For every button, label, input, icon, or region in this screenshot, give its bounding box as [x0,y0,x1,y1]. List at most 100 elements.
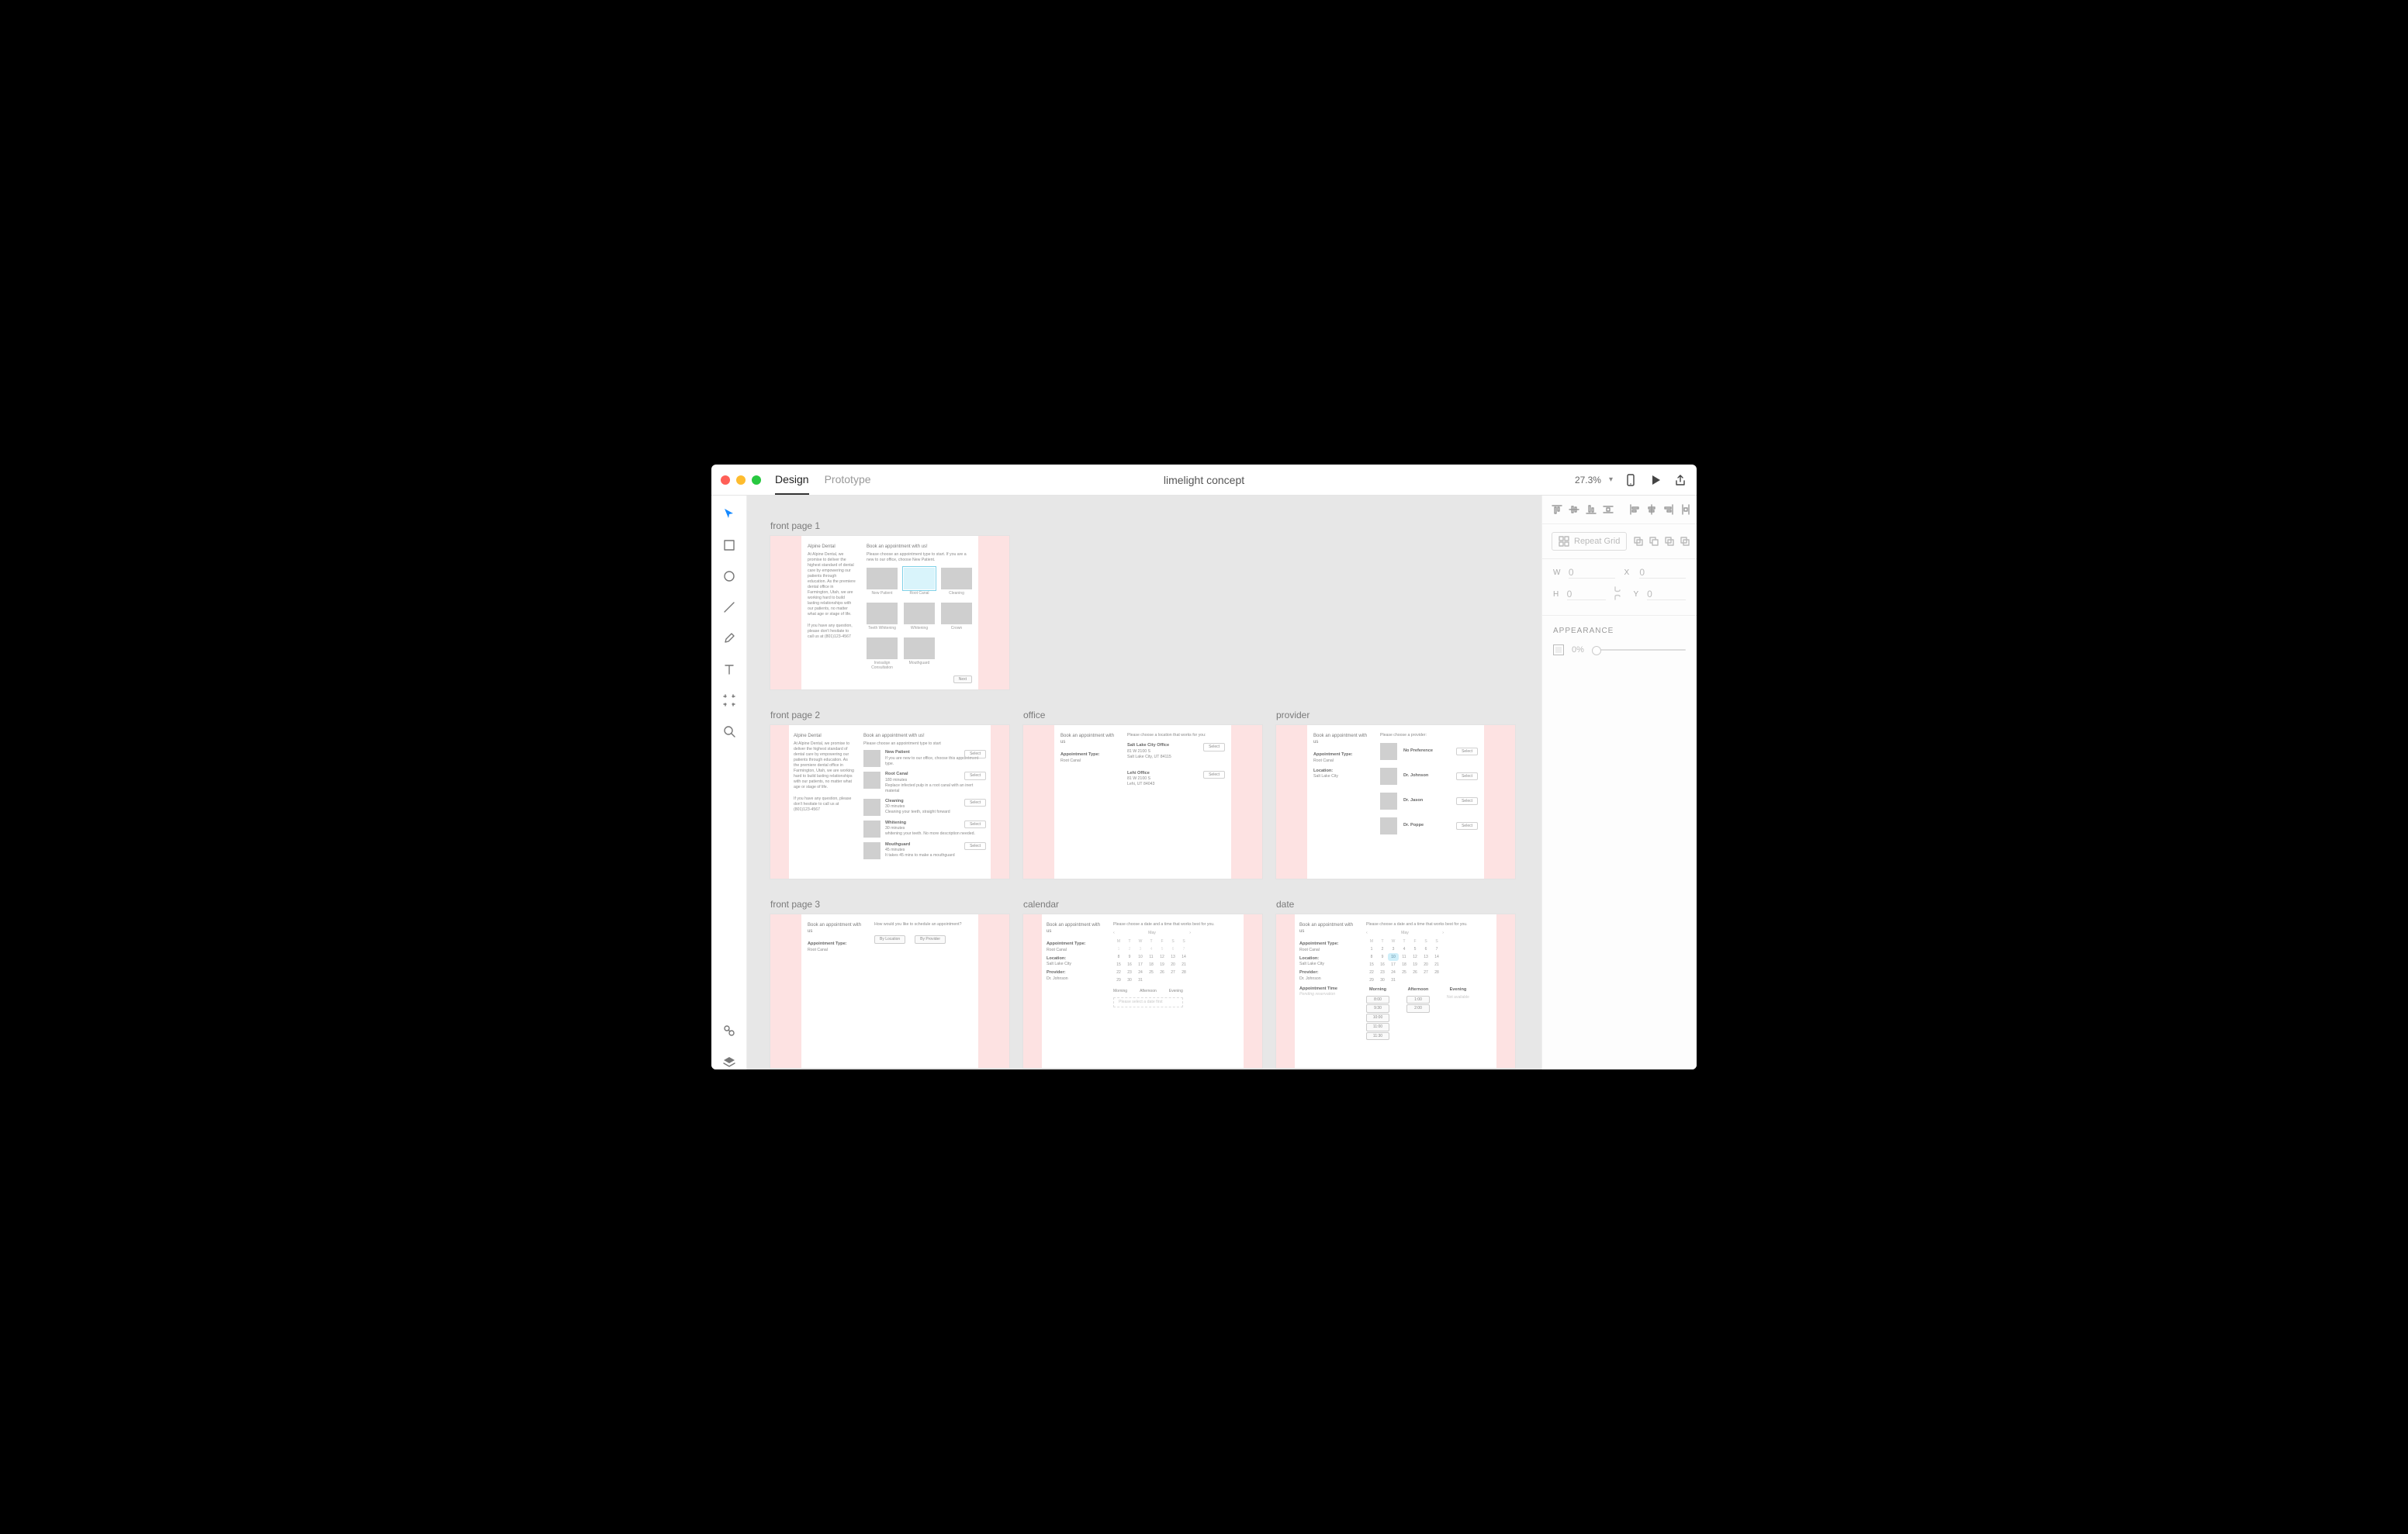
align-vcenter-icon[interactable] [1569,503,1579,516]
align-hcenter-icon[interactable] [1646,503,1657,516]
select-button[interactable]: Select [964,799,986,807]
office-list-item: Salt Lake City Office81 W 2100 SSalt Lak… [1127,743,1225,760]
canvas[interactable]: front page 1 Alpine Dental At Alpine Den… [747,496,1541,1069]
artboard-front-page-1[interactable]: Alpine Dental At Alpine Dental, we promi… [770,536,1009,689]
artboard-calendar[interactable]: Book an appointment with us Appointment … [1023,914,1262,1068]
zoom-value[interactable]: 27.3% [1575,475,1601,485]
time-slot-button[interactable]: 2:00 [1406,1004,1430,1013]
play-icon[interactable] [1649,473,1662,487]
line-tool-icon[interactable] [721,599,737,615]
calendar-grid[interactable]: MTWTFSS123456789101112131415161718192021… [1113,938,1189,984]
text-tool-icon[interactable] [721,662,737,677]
rectangle-tool-icon[interactable] [721,537,737,553]
select-button[interactable]: Select [964,842,986,851]
time-slot-button[interactable]: 10:00 [1366,1014,1389,1022]
next-month-icon[interactable]: › [1189,931,1191,936]
time-slot-button[interactable]: 9:30 [1366,1004,1389,1013]
repeat-grid-button[interactable]: Repeat Grid [1552,532,1627,551]
ellipse-tool-icon[interactable] [721,568,737,584]
mode-tabs: Design Prototype [775,465,871,494]
appointment-type-card[interactable]: Invisalign Consultation [867,637,898,672]
time-slot-button[interactable]: 1:00 [1406,996,1430,1004]
appointment-type-card[interactable]: Crown [941,603,972,631]
align-right-icon[interactable] [1663,503,1674,516]
select-button[interactable]: Select [1456,772,1478,781]
boolean-subtract-icon[interactable] [1649,536,1659,547]
artboard-label[interactable]: front page 1 [770,520,1009,531]
select-button[interactable]: Select [1203,771,1225,779]
intro-paragraph: At Alpine Dental, we promise to deliver … [808,552,856,617]
close-button[interactable] [721,475,730,485]
device-preview-icon[interactable] [1624,473,1638,487]
zoom-tool-icon[interactable] [721,724,737,739]
month-label: May [1401,931,1409,936]
tab-prototype[interactable]: Prototype [825,465,871,494]
appointment-type-card[interactable]: Cleaning [941,568,972,596]
y-field[interactable]: 0 [1647,589,1686,600]
pen-tool-icon[interactable] [721,631,737,646]
opacity-slider[interactable] [1592,649,1686,651]
artboard-label[interactable]: office [1023,710,1262,720]
chevron-down-icon[interactable]: ▾ [1609,475,1613,484]
artboard-label[interactable]: date [1276,899,1515,910]
appointment-type-card[interactable]: Mouthguard [904,637,935,672]
prev-month-icon[interactable]: ‹ [1113,931,1115,936]
next-month-icon[interactable]: › [1442,931,1444,936]
align-bottom-icon[interactable] [1586,503,1597,516]
window-controls [721,475,761,485]
artboard-label[interactable]: front page 2 [770,710,1009,720]
boolean-union-icon[interactable] [1633,536,1644,547]
lock-icon[interactable] [1614,586,1621,603]
share-icon[interactable] [1673,473,1687,487]
minimize-button[interactable] [736,475,746,485]
artboard-front-page-3[interactable]: Book an appointment with us Appointment … [770,914,1009,1068]
artboard-tool-icon[interactable] [721,693,737,708]
select-button[interactable]: Select [1456,797,1478,806]
appointment-list-item: Root Canal180 minutes Replace infected p… [863,772,986,794]
select-button[interactable]: Select [1203,743,1225,751]
time-slot-button[interactable]: 11:00 [1366,1023,1389,1031]
tab-design[interactable]: Design [775,465,809,495]
assets-icon[interactable] [721,1023,737,1038]
select-button[interactable]: Select [964,821,986,829]
prev-month-icon[interactable]: ‹ [1366,931,1368,936]
select-button[interactable]: Select [964,772,986,780]
calendar-grid[interactable]: MTWTFSS123456789101112131415161718192021… [1366,938,1442,984]
artboard-label[interactable]: provider [1276,710,1515,720]
artboard-label[interactable]: calendar [1023,899,1262,910]
select-tool-icon[interactable] [721,506,737,522]
by-provider-button[interactable]: By Provider [915,935,946,944]
artboard-label[interactable]: front page 3 [770,899,1009,910]
maximize-button[interactable] [752,475,761,485]
appointment-type-card[interactable]: Teeth Whitening [867,603,898,631]
align-top-icon[interactable] [1552,503,1562,516]
layers-icon[interactable] [721,1054,737,1069]
x-field[interactable]: 0 [1639,567,1686,579]
height-field[interactable]: 0 [1567,589,1606,600]
next-button[interactable]: Next [953,675,972,683]
opacity-value[interactable]: 0% [1572,645,1584,655]
appointment-type-card[interactable]: Whitening [904,603,935,631]
time-slot-button[interactable]: 8:00 [1366,996,1389,1004]
select-button[interactable]: Select [1456,822,1478,831]
align-left-icon[interactable] [1629,503,1640,516]
artboard-date[interactable]: Book an appointment with us Appointment … [1276,914,1515,1068]
boolean-intersect-icon[interactable] [1664,536,1675,547]
select-button[interactable]: Select [964,750,986,758]
avatar [1380,817,1397,834]
appointment-type-card[interactable]: Root Canal [904,568,935,596]
artboard-front-page-2[interactable]: Alpine Dental At Alpine Dental, we promi… [770,725,1009,879]
distribute-v-icon[interactable] [1603,503,1614,516]
artboard-provider[interactable]: Book an appointment with us Appointment … [1276,725,1515,879]
artboard-office[interactable]: Book an appointment with us Appointment … [1023,725,1262,879]
provider-list-item: Dr. JohnsonSelect [1380,768,1478,785]
titlebar: Design Prototype limelight concept 27.3%… [711,465,1697,496]
distribute-h-icon[interactable] [1680,503,1691,516]
appointment-type-card[interactable]: New Patient [867,568,898,596]
boolean-exclude-icon[interactable] [1680,536,1690,547]
time-slot-button[interactable]: 11:30 [1366,1032,1389,1041]
width-field[interactable]: 0 [1569,567,1615,579]
by-location-button[interactable]: By Location [874,935,905,944]
app-window: Design Prototype limelight concept 27.3%… [711,465,1697,1069]
select-button[interactable]: Select [1456,748,1478,756]
